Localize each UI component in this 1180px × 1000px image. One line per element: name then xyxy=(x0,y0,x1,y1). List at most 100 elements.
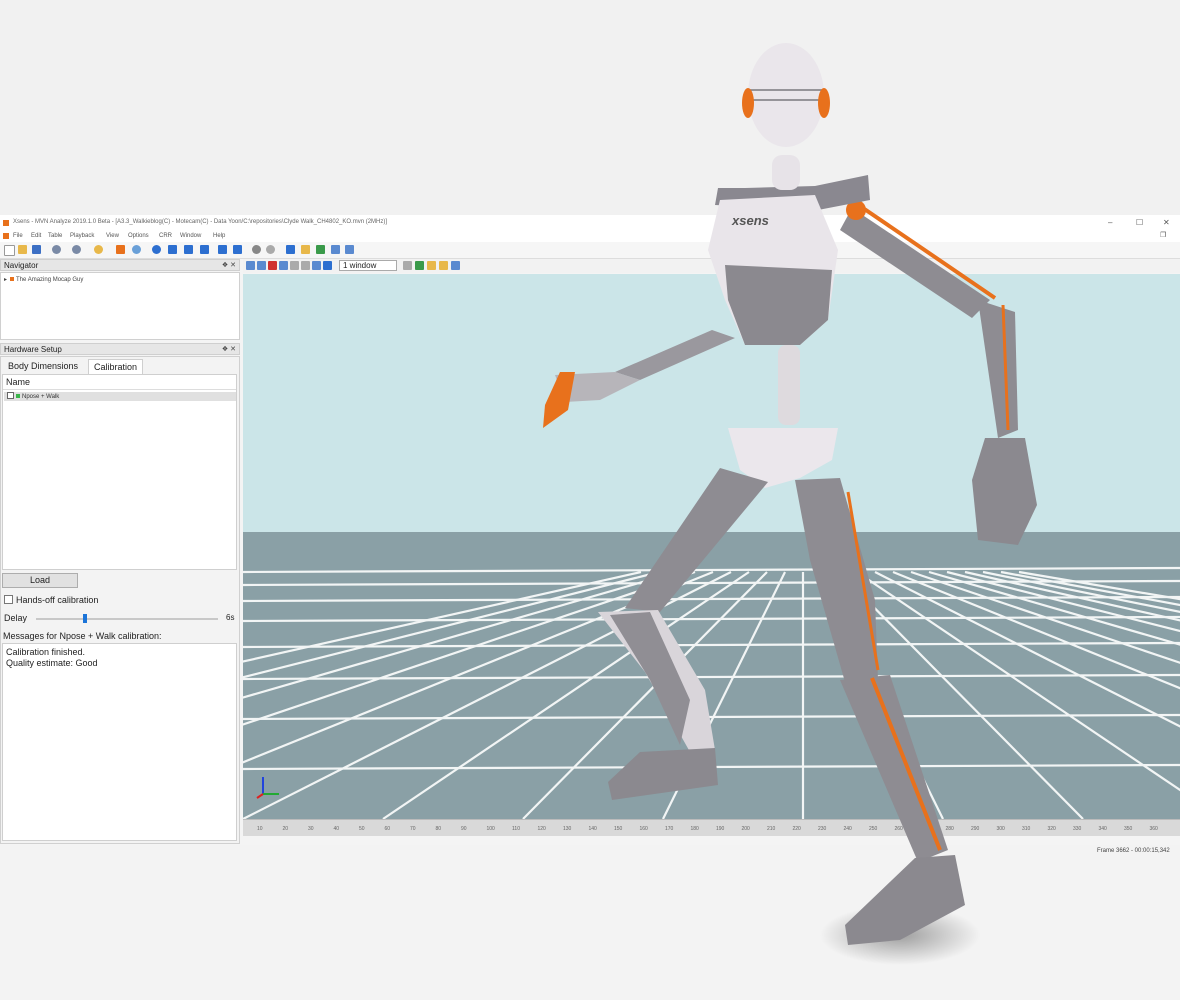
camera-icon[interactable] xyxy=(301,245,310,254)
edit-icon[interactable] xyxy=(316,245,325,254)
filter-icon[interactable] xyxy=(323,261,332,270)
redo-icon[interactable] xyxy=(72,245,81,254)
row-checkbox[interactable] xyxy=(7,392,14,399)
view-icon[interactable] xyxy=(279,261,288,270)
undo-icon[interactable] xyxy=(52,245,61,254)
timeline-tick-label: 240 xyxy=(843,826,852,832)
menu-help[interactable]: Help xyxy=(213,233,225,239)
restore-icon[interactable]: ❐ xyxy=(1160,231,1166,239)
marker-icon[interactable] xyxy=(268,261,277,270)
skip-end-icon[interactable] xyxy=(233,245,242,254)
camera-icon[interactable] xyxy=(312,261,321,270)
menu-playback[interactable]: Playback xyxy=(70,233,94,239)
open-folder-icon[interactable] xyxy=(18,245,27,254)
timeline-tick-label: 90 xyxy=(461,826,467,832)
delay-slider[interactable] xyxy=(36,618,218,620)
export-icon[interactable] xyxy=(286,245,295,254)
delay-value: 6s xyxy=(226,613,235,622)
app-icon xyxy=(3,220,9,226)
navigator-item-label: The Amazing Mocap Guy xyxy=(16,277,84,283)
edit-icon[interactable] xyxy=(415,261,424,270)
globe-icon[interactable] xyxy=(132,245,141,254)
tab-body-dimensions[interactable]: Body Dimensions xyxy=(3,359,83,374)
timeline-tick-label: 320 xyxy=(1047,826,1056,832)
folder-icon[interactable] xyxy=(439,261,448,270)
app-icon xyxy=(3,233,9,239)
timeline-ruler[interactable]: 10 20 30 40 50 60 70 80 90 100 110 120 130 140 150 160 1… xyxy=(243,819,1180,836)
hands-off-calibration-checkbox[interactable]: Hands-off calibration xyxy=(4,595,98,605)
timeline-tick-label: 360 xyxy=(1149,826,1158,832)
checkbox-icon[interactable] xyxy=(4,595,13,604)
save-icon[interactable] xyxy=(32,245,41,254)
menu-options[interactable]: Options xyxy=(128,233,149,239)
timeline-tick-label: 120 xyxy=(537,826,546,832)
name-column-header[interactable]: Name xyxy=(3,375,236,390)
menu-view[interactable]: View xyxy=(106,233,119,239)
hands-off-label: Hands-off calibration xyxy=(16,595,99,605)
pin-icon[interactable]: ❖ ✕ xyxy=(222,260,236,271)
link-icon[interactable] xyxy=(266,245,275,254)
menu-crr[interactable]: CRR xyxy=(159,233,172,239)
minimize-button[interactable]: – xyxy=(1108,218,1112,227)
timeline-tick-label: 280 xyxy=(945,826,954,832)
menu-file[interactable]: File xyxy=(13,233,23,239)
bookmark-icon[interactable] xyxy=(427,261,436,270)
checkbox-icon[interactable] xyxy=(403,261,412,270)
grid-icon[interactable] xyxy=(345,245,354,254)
hardware-setup-header: Hardware Setup ❖ ✕ xyxy=(0,343,240,355)
timeline-tick-label: 220 xyxy=(792,826,801,832)
title-bar: Xsens - MVN Analyze 2019.1.0 Beta - [A3.… xyxy=(0,215,1180,232)
timeline-tick-label: 310 xyxy=(1022,826,1031,832)
record-icon[interactable] xyxy=(252,245,261,254)
play-icon[interactable] xyxy=(200,245,209,254)
axis-icon[interactable] xyxy=(290,261,299,270)
menu-edit[interactable]: Edit xyxy=(31,233,41,239)
3d-viewport[interactable]: 1 window 10 20 30 40 50 60 70 80 90 100 110 120 130 1… xyxy=(243,259,1180,839)
navigator-body: ▸ The Amazing Mocap Guy xyxy=(0,272,240,340)
delay-slider-thumb[interactable] xyxy=(83,614,88,623)
step-back-icon[interactable] xyxy=(184,245,193,254)
select-icon[interactable] xyxy=(246,261,255,270)
timeline-tick-label: 50 xyxy=(359,826,365,832)
timeline-tick-label: 230 xyxy=(818,826,827,832)
timeline-tick-label: 210 xyxy=(767,826,776,832)
pin-icon[interactable]: ❖ ✕ xyxy=(222,344,236,355)
timeline-tick-label: 100 xyxy=(486,826,495,832)
timeline-tick-label: 60 xyxy=(384,826,391,832)
measure-icon[interactable] xyxy=(301,261,310,270)
status-icon xyxy=(16,394,20,398)
timeline-tick-label: 170 xyxy=(665,826,674,832)
list-item-label: Npose + Walk xyxy=(22,394,60,400)
grid-icon[interactable] xyxy=(257,261,266,270)
skip-start-icon[interactable] xyxy=(168,245,177,254)
background-top xyxy=(0,0,1180,215)
window-layout-select[interactable]: 1 window xyxy=(339,260,397,271)
menu-window[interactable]: Window xyxy=(180,233,201,239)
navigator-item[interactable]: ▸ The Amazing Mocap Guy xyxy=(4,276,83,283)
window-title: Xsens - MVN Analyze 2019.1.0 Beta - [A3.… xyxy=(13,219,388,225)
navigator-header: Navigator ❖ ✕ xyxy=(0,259,240,271)
timeline-tick-label: 110 xyxy=(512,826,520,832)
close-button[interactable]: ✕ xyxy=(1163,218,1170,227)
load-button[interactable]: Load xyxy=(2,573,78,588)
messages-label: Messages for Npose + Walk calibration: xyxy=(3,631,162,641)
tab-calibration[interactable]: Calibration xyxy=(88,359,144,375)
menu-table[interactable]: Table xyxy=(48,233,62,239)
list-item[interactable]: Npose + Walk xyxy=(4,392,236,401)
new-file-icon[interactable] xyxy=(4,245,15,256)
messages-box: Calibration finished. Quality estimate: … xyxy=(2,643,237,841)
timeline-tick-label: 160 xyxy=(639,826,648,832)
refresh-icon[interactable] xyxy=(94,245,103,254)
timeline-tick-label: 140 xyxy=(588,826,597,832)
reprocess-icon[interactable] xyxy=(152,245,161,254)
record-settings-icon[interactable] xyxy=(116,245,125,254)
maximize-button[interactable]: ☐ xyxy=(1136,218,1143,227)
menu-bar: File Edit Table Playback View Options CR… xyxy=(0,231,1180,242)
scene-svg xyxy=(243,274,1180,820)
layout-icon[interactable] xyxy=(451,261,460,270)
timeline-tick-label: 350 xyxy=(1124,826,1133,832)
timeline-tick-label: 180 xyxy=(690,826,699,832)
layout-icon[interactable] xyxy=(331,245,340,254)
timeline-tick-label: 190 xyxy=(716,826,725,832)
step-forward-icon[interactable] xyxy=(218,245,227,254)
